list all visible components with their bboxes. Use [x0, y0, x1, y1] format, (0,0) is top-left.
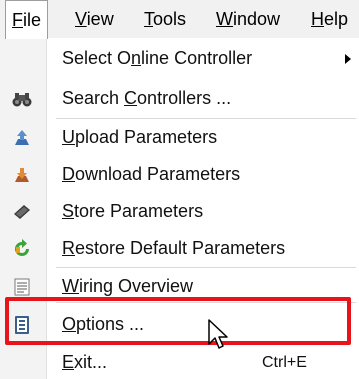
menu-item-label: Exit...: [62, 352, 108, 372]
menu-item-exit[interactable]: Exit... Ctrl+E: [0, 344, 359, 379]
menu-item-restore-default-parameters[interactable]: Restore Default Parameters: [0, 230, 359, 267]
options-icon: [15, 316, 29, 334]
menu-item-options[interactable]: Options ...: [0, 306, 359, 343]
shortcut-label: Ctrl+E: [262, 354, 307, 371]
menu-item-store-parameters[interactable]: Store Parameters: [0, 193, 359, 230]
menu-view[interactable]: View: [69, 0, 120, 38]
menu-item-label: Options ...: [62, 314, 145, 334]
store-icon: [14, 205, 30, 219]
menu-bar: File View Tools Window Help: [0, 0, 359, 39]
file-menu-dropdown: Select Online Controller Search Controll…: [0, 38, 359, 379]
mouse-cursor-icon: [208, 319, 228, 349]
menu-tools[interactable]: Tools: [138, 0, 192, 38]
menu-window[interactable]: Window: [210, 0, 286, 38]
application-window: File View Tools Window Help Select Onlin…: [0, 0, 359, 379]
binoculars-icon: [12, 93, 32, 107]
submenu-arrow-icon: [345, 54, 351, 64]
menu-item-label: Upload Parameters: [62, 127, 218, 147]
menu-help[interactable]: Help: [305, 0, 354, 38]
menu-item-select-online-controller[interactable]: Select Online Controller: [0, 40, 359, 77]
download-icon: [15, 168, 29, 182]
menu-item-label: Search Controllers ...: [62, 88, 232, 108]
menu-item-label: Wiring Overview: [62, 276, 194, 296]
wiring-icon: [14, 278, 30, 296]
menu-item-label: Select Online Controller: [62, 48, 253, 68]
upload-icon: [15, 130, 29, 145]
menu-file[interactable]: File: [5, 0, 49, 39]
restore-icon: [15, 239, 29, 256]
menu-item-label: Restore Default Parameters: [62, 238, 286, 258]
menu-item-label: Store Parameters: [62, 201, 204, 221]
menu-item-upload-parameters[interactable]: Upload Parameters: [0, 119, 359, 156]
menu-separator: [56, 302, 356, 303]
menu-item-wiring-overview[interactable]: Wiring Overview: [0, 268, 359, 305]
menu-item-label: Download Parameters: [62, 164, 241, 184]
menu-item-search-controllers[interactable]: Search Controllers ...: [0, 80, 359, 117]
menu-item-download-parameters[interactable]: Download Parameters: [0, 156, 359, 193]
